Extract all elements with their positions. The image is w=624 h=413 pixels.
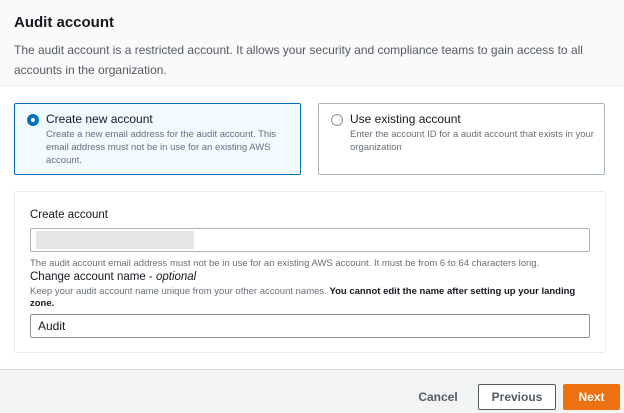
page-title: Audit account bbox=[14, 14, 114, 31]
create-new-account-label: Create new account bbox=[46, 112, 153, 126]
radio-unselected-icon[interactable] bbox=[331, 114, 343, 126]
cancel-button[interactable]: Cancel bbox=[408, 385, 468, 409]
audit-account-panel: Audit account The audit account is a res… bbox=[0, 0, 624, 370]
email-hint: The audit account email address must not… bbox=[30, 258, 540, 269]
create-new-account-option[interactable]: Create new account Create a new email ad… bbox=[14, 103, 301, 175]
email-field[interactable] bbox=[30, 228, 590, 252]
account-name-label-text: Change account name - bbox=[30, 271, 156, 283]
use-existing-account-label: Use existing account bbox=[350, 112, 461, 126]
optional-tag: optional bbox=[155, 271, 197, 283]
use-existing-account-option[interactable]: Use existing account Enter the account I… bbox=[318, 103, 605, 175]
create-new-account-description: Create a new email address for the audit… bbox=[46, 129, 277, 166]
account-name-hint: Keep your audit account name unique from… bbox=[30, 286, 595, 310]
previous-button[interactable]: Previous bbox=[478, 384, 556, 410]
create-account-label: Create account bbox=[30, 209, 108, 221]
panel-header: Audit account The audit account is a res… bbox=[0, 0, 624, 86]
account-name-label: Change account name - optional bbox=[30, 271, 196, 283]
account-name-hint-text: Keep your audit account name unique from… bbox=[30, 286, 330, 297]
page-description: The audit account is a restricted accoun… bbox=[14, 43, 583, 77]
use-existing-account-description: Enter the account ID for a audit account… bbox=[350, 129, 594, 153]
radio-selected-icon[interactable] bbox=[27, 114, 39, 126]
next-button[interactable]: Next bbox=[563, 384, 620, 410]
create-account-form: Create account The audit account email a… bbox=[14, 191, 606, 353]
account-name-input[interactable] bbox=[30, 314, 590, 338]
redacted-email-value bbox=[36, 231, 194, 249]
